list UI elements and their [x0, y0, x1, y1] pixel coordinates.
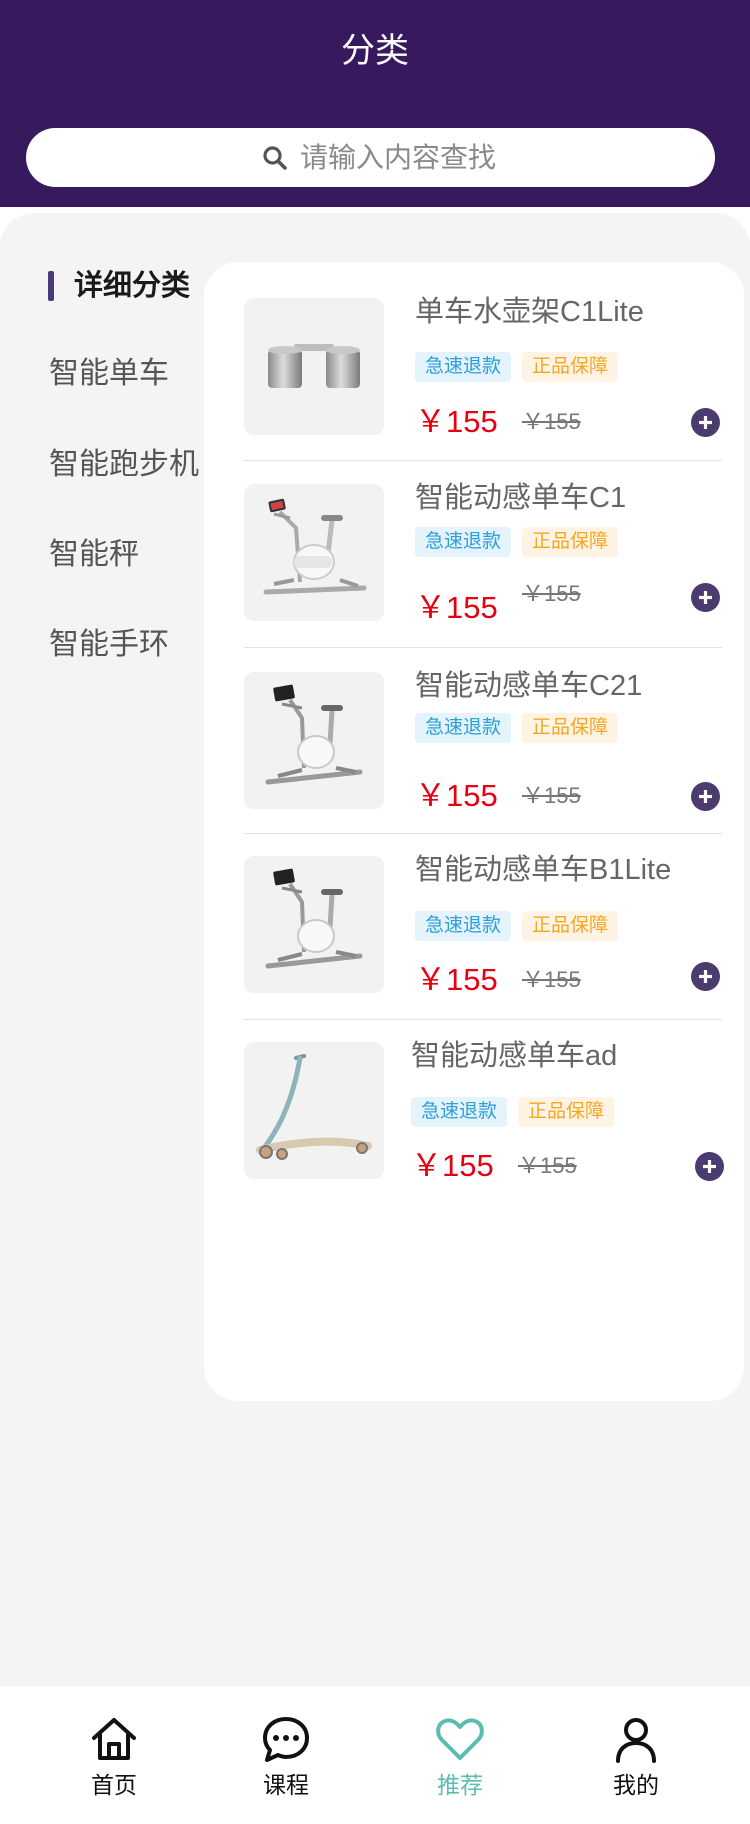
- original-price: ￥155: [522, 581, 581, 606]
- divider: [244, 833, 722, 834]
- exercise-bike-image: [244, 672, 384, 809]
- refund-badge: 急速退款: [415, 352, 512, 382]
- sidebar-item-band[interactable]: 智能手环: [49, 627, 169, 663]
- refund-badge: 急速退款: [415, 911, 512, 941]
- product-title[interactable]: 智能动感单车B1Lite: [415, 852, 671, 888]
- sidebar-item-scale[interactable]: 智能秤: [49, 537, 139, 573]
- sidebar-heading: 详细分类: [48, 270, 190, 302]
- refund-badge: 急速退款: [415, 713, 512, 743]
- nav-home[interactable]: 首页: [54, 1714, 174, 1814]
- bottom-nav: 首页 课程 推荐 我的: [0, 1686, 750, 1824]
- product-row[interactable]: 单车水壶架C1Lite 急速退款 正品保障 ￥155 ￥155: [204, 296, 744, 439]
- plus-circle-icon[interactable]: [691, 962, 720, 991]
- nav-recommend-label: 推荐: [437, 1772, 483, 1798]
- genuine-badge: 正品保障: [522, 713, 619, 743]
- badge-group: 急速退款 正品保障: [415, 713, 629, 743]
- original-price: ￥155: [518, 1153, 577, 1178]
- badge-group: 急速退款 正品保障: [415, 911, 629, 941]
- badge-group: 急速退款 正品保障: [411, 1097, 625, 1127]
- genuine-badge: 正品保障: [522, 911, 619, 941]
- plus-circle-icon[interactable]: [691, 782, 720, 811]
- nav-mine-label: 我的: [613, 1772, 659, 1798]
- chat-icon: [263, 1717, 309, 1762]
- exercise-bike-image: [244, 856, 384, 993]
- genuine-badge: 正品保障: [522, 527, 619, 557]
- active-indicator: [48, 271, 54, 301]
- badge-group: 急速退款 正品保障: [415, 352, 629, 382]
- genuine-badge: 正品保障: [518, 1097, 615, 1127]
- price: ￥155: [415, 778, 498, 813]
- search-icon: [263, 146, 287, 170]
- divider: [244, 647, 722, 648]
- sidebar-item-smart-bike[interactable]: 智能单车: [49, 356, 169, 392]
- badge-group: 急速退款 正品保障: [415, 527, 629, 557]
- scooter-image: [244, 1042, 384, 1179]
- product-title[interactable]: 智能动感单车ad: [411, 1038, 617, 1074]
- user-icon: [616, 1718, 656, 1763]
- nav-mine[interactable]: 我的: [576, 1714, 696, 1814]
- product-title[interactable]: 智能动感单车C21: [415, 668, 642, 704]
- header: 分类: [0, 0, 750, 207]
- sidebar-item-treadmill[interactable]: 智能跑步机: [49, 447, 199, 483]
- original-price: ￥155: [522, 409, 581, 434]
- nav-course[interactable]: 课程: [226, 1714, 346, 1814]
- bottle-cage-image: [244, 298, 384, 435]
- product-row[interactable]: 智能动感单车B1Lite 急速退款 正品保障 ￥155 ￥155: [204, 854, 744, 997]
- home-icon: [92, 1718, 136, 1760]
- plus-circle-icon[interactable]: [691, 583, 720, 612]
- plus-circle-icon[interactable]: [695, 1152, 724, 1181]
- heart-icon: [436, 1718, 484, 1760]
- divider: [244, 460, 722, 461]
- price: ￥155: [411, 1148, 494, 1183]
- search-input[interactable]: [300, 128, 700, 187]
- product-title[interactable]: 智能动感单车C1: [415, 480, 626, 516]
- nav-home-label: 首页: [91, 1772, 137, 1798]
- refund-badge: 急速退款: [411, 1097, 508, 1127]
- plus-circle-icon[interactable]: [691, 408, 720, 437]
- sidebar-heading-label: 详细分类: [74, 270, 191, 302]
- search-bar[interactable]: [26, 128, 715, 187]
- product-list: 单车水壶架C1Lite 急速退款 正品保障 ￥155 ￥155 智能动感单车C1…: [204, 262, 744, 1401]
- price: ￥155: [415, 590, 498, 625]
- price: ￥155: [415, 404, 498, 439]
- original-price: ￥155: [522, 783, 581, 808]
- page-title: 分类: [341, 32, 409, 70]
- exercise-bike-image: [244, 484, 384, 621]
- refund-badge: 急速退款: [415, 527, 512, 557]
- nav-recommend[interactable]: 推荐: [400, 1714, 520, 1814]
- divider: [244, 1019, 722, 1020]
- genuine-badge: 正品保障: [522, 352, 619, 382]
- nav-course-label: 课程: [263, 1772, 309, 1798]
- product-row[interactable]: 智能动感单车C1 急速退款 正品保障 ￥155 ￥155: [204, 482, 744, 625]
- product-title[interactable]: 单车水壶架C1Lite: [415, 294, 644, 330]
- product-row[interactable]: 智能动感单车ad 急速退款 正品保障 ￥155 ￥155: [204, 1040, 744, 1183]
- original-price: ￥155: [522, 967, 581, 992]
- product-row[interactable]: 智能动感单车C21 急速退款 正品保障 ￥155 ￥155: [204, 670, 744, 813]
- price: ￥155: [415, 962, 498, 997]
